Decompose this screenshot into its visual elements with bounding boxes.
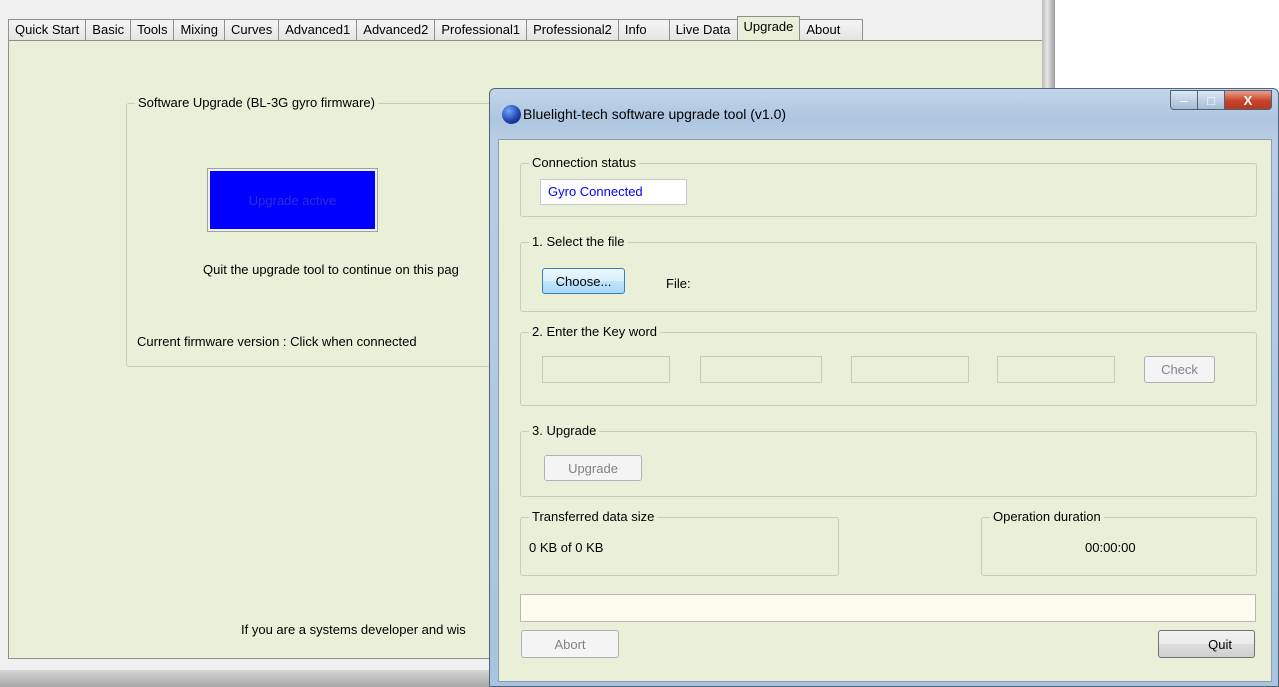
upgrade-group-title: 3. Upgrade xyxy=(529,423,600,438)
upgrade-active-button[interactable]: Upgrade active xyxy=(207,168,378,232)
dialog-title: Bluelight-tech software upgrade tool (v1… xyxy=(523,106,787,122)
select-file-group: 1. Select the file xyxy=(520,234,1257,312)
tab-live-data[interactable]: Live Data xyxy=(668,19,737,40)
quit-tool-message: Quit the upgrade tool to continue on thi… xyxy=(203,262,459,277)
connection-status-value: Gyro Connected xyxy=(548,184,643,199)
app-globe-icon xyxy=(502,105,521,124)
tab-advanced1[interactable]: Advanced1 xyxy=(278,19,357,40)
file-label: File: xyxy=(666,276,691,291)
check-button[interactable]: Check xyxy=(1144,356,1215,383)
transferred-data-title: Transferred data size xyxy=(529,509,658,524)
abort-button[interactable]: Abort xyxy=(521,630,619,658)
tab-bar: Quick Start Basic Tools Mixing Curves Ad… xyxy=(8,16,864,40)
tab-about[interactable]: About xyxy=(800,19,864,40)
key-word-input-1[interactable] xyxy=(542,356,670,383)
close-icon[interactable]: X xyxy=(1225,90,1272,110)
tab-professional2[interactable]: Professional2 xyxy=(526,19,618,40)
tab-advanced2[interactable]: Advanced2 xyxy=(356,19,435,40)
tab-basic[interactable]: Basic xyxy=(85,19,131,40)
upgrade-tool-dialog: Bluelight-tech software upgrade tool (v1… xyxy=(489,88,1279,687)
software-upgrade-group-title: Software Upgrade (BL-3G gyro firmware) xyxy=(135,95,378,110)
tab-info[interactable]: Info xyxy=(617,19,669,40)
connection-status-title: Connection status xyxy=(529,155,640,170)
connection-status-field: Gyro Connected xyxy=(540,179,687,205)
key-word-title: 2. Enter the Key word xyxy=(529,324,661,339)
firmware-version-text[interactable]: Current firmware version : Click when co… xyxy=(137,334,417,349)
key-word-input-3[interactable] xyxy=(851,356,969,383)
software-upgrade-group: Software Upgrade (BL-3G gyro firmware) xyxy=(126,95,548,367)
maximize-icon[interactable]: □ xyxy=(1198,90,1225,110)
tab-curves[interactable]: Curves xyxy=(224,19,279,40)
upgrade-progress-bar xyxy=(520,594,1256,622)
operation-duration-title: Operation duration xyxy=(990,509,1104,524)
key-word-input-4[interactable] xyxy=(997,356,1115,383)
choose-file-button[interactable]: Choose... xyxy=(542,268,625,294)
tab-quick-start[interactable]: Quick Start xyxy=(8,19,86,40)
key-word-input-2[interactable] xyxy=(700,356,822,383)
window-controls: – □ X xyxy=(1170,90,1272,110)
tab-upgrade[interactable]: Upgrade xyxy=(736,16,801,40)
quit-button[interactable]: Quit xyxy=(1158,630,1255,658)
dialog-client-area: Connection status Gyro Connected 1. Sele… xyxy=(498,139,1272,682)
operation-duration-value: 00:00:00 xyxy=(1085,540,1136,555)
select-file-title: 1. Select the file xyxy=(529,234,628,249)
tab-tools[interactable]: Tools xyxy=(130,19,174,40)
tab-professional1[interactable]: Professional1 xyxy=(434,19,527,40)
transferred-data-value: 0 KB of 0 KB xyxy=(529,540,604,555)
upgrade-active-label: Upgrade active xyxy=(210,171,375,229)
minimize-icon[interactable]: – xyxy=(1170,90,1198,110)
developer-message: If you are a systems developer and wis xyxy=(241,622,466,637)
upgrade-button[interactable]: Upgrade xyxy=(544,455,642,481)
tab-mixing[interactable]: Mixing xyxy=(173,19,225,40)
